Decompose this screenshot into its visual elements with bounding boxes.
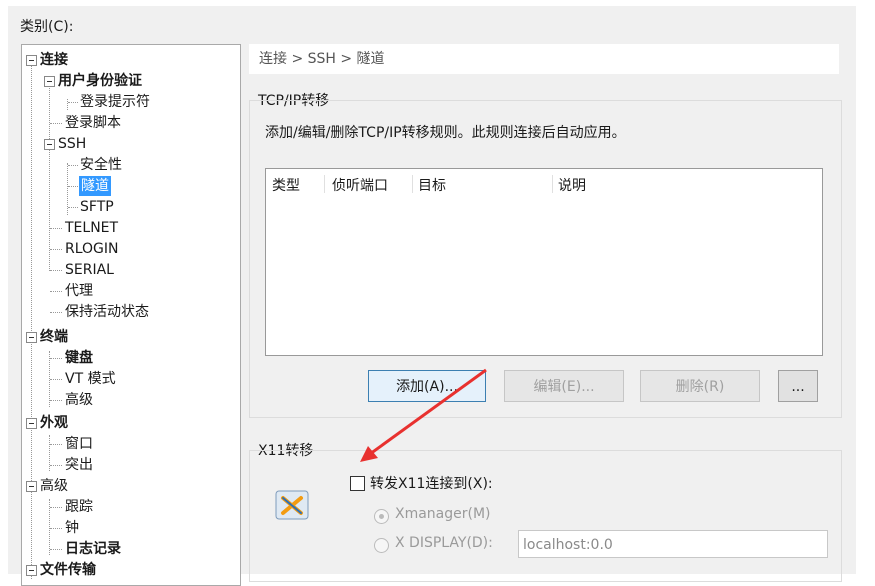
session-properties-dialog: 类别(C): 连接 用户身份验证 登录提示符 登录脚本 SSH 安全性 隧道 S… — [8, 6, 856, 586]
annotation-arrow — [360, 368, 487, 462]
